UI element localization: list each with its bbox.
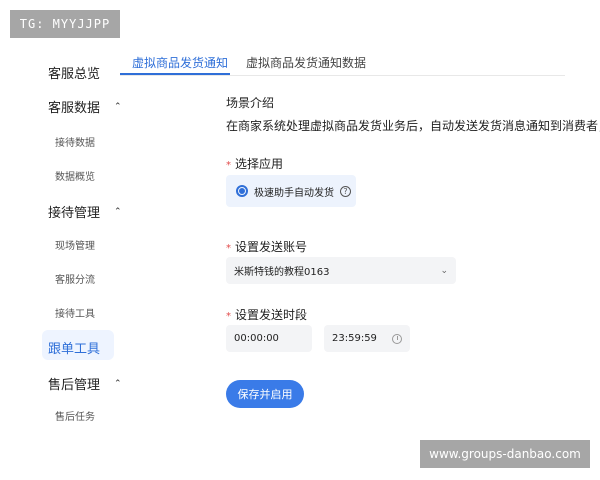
clock-icon xyxy=(392,333,402,344)
sidebar-group-label: 售后管理 xyxy=(48,378,101,393)
sidebar-item-reception-tools[interactable]: 接待工具 xyxy=(55,305,95,320)
required-mark: * xyxy=(226,160,231,171)
watermark-top: TG: MYYJJPP xyxy=(10,10,120,38)
tab-virtual-shipping-notice[interactable]: 虚拟商品发货通知 xyxy=(132,54,228,71)
sidebar-item-data-overview[interactable]: 数据概览 xyxy=(55,168,95,183)
tab-virtual-shipping-notice-data[interactable]: 虚拟商品发货通知数据 xyxy=(246,54,366,71)
sidebar-item-overview[interactable]: 客服总览 xyxy=(48,63,100,82)
start-time-input[interactable]: 00:00:00 xyxy=(226,325,312,352)
account-select[interactable]: 米斯特钱的教程0163 ⌄ xyxy=(226,257,456,284)
sidebar-item-after-sales-tasks[interactable]: 售后任务 xyxy=(55,408,95,423)
save-and-enable-button[interactable]: 保存并启用 xyxy=(226,380,304,408)
watermark-bottom: www.groups-danbao.com xyxy=(420,440,590,468)
required-mark: * xyxy=(226,311,231,322)
sidebar-item-reception-data[interactable]: 接待数据 xyxy=(55,134,95,149)
tab-bar: 虚拟商品发货通知 虚拟商品发货通知数据 xyxy=(120,48,565,76)
radio-selected-icon[interactable] xyxy=(236,185,248,197)
start-time-value: 00:00:00 xyxy=(234,333,279,344)
app-option-card[interactable]: 极速助手自动发货 ? xyxy=(226,175,356,207)
sidebar-item-onsite-mgmt[interactable]: 现场管理 xyxy=(55,237,95,252)
sidebar-item-service-routing[interactable]: 客服分流 xyxy=(55,271,95,286)
sidebar-group-label: 客服数据 xyxy=(48,101,101,116)
end-time-input[interactable]: 23:59:59 xyxy=(324,325,410,352)
chevron-up-icon: ⌃ xyxy=(114,206,122,217)
sidebar: 客服总览 客服数据 ⌃ 接待数据 数据概览 接待管理 ⌃ 现场管理 客服分流 接… xyxy=(0,0,122,480)
help-icon[interactable]: ? xyxy=(340,185,351,197)
sidebar-group-service-data[interactable]: 客服数据 ⌃ xyxy=(48,97,122,116)
end-time-value: 23:59:59 xyxy=(332,333,377,344)
time-label: * 设置发送时段 xyxy=(226,308,308,322)
sidebar-group-reception-mgmt[interactable]: 接待管理 ⌃ xyxy=(48,202,122,221)
chevron-up-icon: ⌃ xyxy=(114,378,122,389)
account-label: * 设置发送账号 xyxy=(226,240,308,254)
required-mark: * xyxy=(226,243,231,254)
active-tab-indicator xyxy=(120,73,230,75)
account-select-value: 米斯特钱的教程0163 xyxy=(234,267,330,278)
scene-description: 在商家系统处理虚拟商品发货业务后，自动发送发货消息通知到消费者， xyxy=(226,119,600,133)
chevron-up-icon: ⌃ xyxy=(114,101,122,112)
sidebar-group-label: 接待管理 xyxy=(48,206,101,221)
chevron-down-icon: ⌄ xyxy=(440,265,448,276)
app-option-label: 极速助手自动发货 xyxy=(254,187,334,199)
scene-title: 场景介绍 xyxy=(226,96,275,110)
sidebar-item-order-tracking-label: 跟单工具 xyxy=(48,342,101,357)
sidebar-group-after-sales[interactable]: 售后管理 ⌃ xyxy=(48,374,122,393)
app-label: * 选择应用 xyxy=(226,157,284,171)
